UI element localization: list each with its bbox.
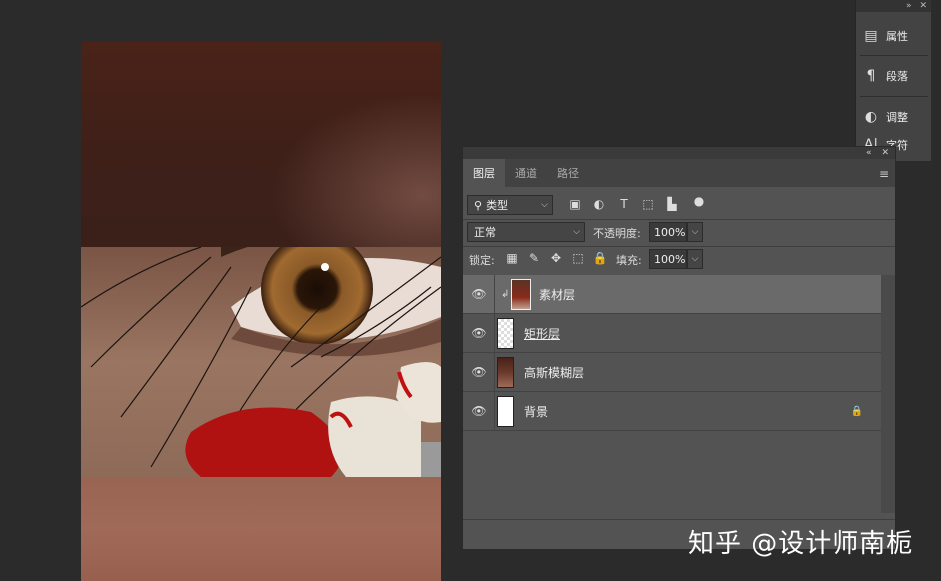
opacity-label: 不透明度: [593, 227, 641, 240]
layer-row-material[interactable]: 👁 ↲ 素材层 [463, 275, 881, 314]
layer-thumbnail [511, 279, 531, 310]
visibility-eye-icon[interactable]: 👁 [471, 326, 487, 340]
tab-layers[interactable]: 图层 [463, 159, 505, 187]
dock-titlebar: » ✕ [856, 0, 931, 12]
blend-mode-value: 正常 [474, 226, 496, 239]
tab-paths[interactable]: 路径 [547, 159, 589, 187]
dock-item-label: 段落 [886, 70, 908, 83]
chevron-down-icon: ⌵ [691, 227, 699, 237]
adjustments-icon: ◐ [864, 109, 878, 125]
adjustment-filter-icon[interactable]: ◐ [591, 197, 607, 211]
lock-image-pixels-icon[interactable]: ✎ [526, 251, 542, 265]
layer-row-background[interactable]: 👁 背景 🔒 [463, 392, 881, 431]
chevron-down-icon: ⌵ [541, 200, 548, 210]
smart-object-filter-icon[interactable]: ▙ [664, 197, 680, 211]
visibility-eye-icon[interactable]: 👁 [471, 365, 487, 379]
eye-photo-layer [81, 247, 441, 477]
chevron-down-icon: ⌵ [573, 227, 580, 237]
collapse-panel-icon[interactable]: « [866, 148, 872, 158]
dock-divider [860, 96, 928, 97]
lock-position-icon[interactable]: ✥ [548, 251, 564, 265]
layer-name[interactable]: 矩形层 [524, 325, 560, 342]
visibility-eye-icon[interactable]: 👁 [471, 287, 487, 301]
fill-dropdown-button[interactable]: ⌵ [687, 249, 703, 269]
dock-divider [860, 55, 928, 56]
fill-label: 填充: [616, 254, 642, 267]
layer-name[interactable]: 背景 [524, 403, 548, 420]
expand-panels-icon[interactable]: » [906, 1, 912, 11]
visibility-eye-icon[interactable]: 👁 [471, 404, 487, 418]
shape-layer-thumbnail-icon [497, 318, 514, 349]
filter-kind-value: 类型 [486, 199, 509, 212]
paragraph-icon: ¶ [866, 68, 876, 84]
layer-list-scrollbar[interactable] [881, 275, 895, 513]
shape-filter-icon[interactable]: ⬚ [640, 197, 656, 211]
layer-row-gaussian-blur[interactable]: 👁 高斯模糊层 [463, 353, 881, 392]
gaussian-blur-layer-top [81, 41, 441, 247]
divider [494, 392, 495, 430]
filter-kind-dropdown[interactable]: ⚲ 类型 ⌵ [467, 195, 553, 215]
tab-channels[interactable]: 通道 [505, 159, 547, 187]
layer-thumbnail [497, 396, 514, 427]
lock-label: 锁定: [469, 254, 495, 267]
fill-input[interactable]: 100% [649, 249, 687, 269]
blend-mode-dropdown[interactable]: 正常 ⌵ [467, 222, 585, 242]
lock-artboard-icon[interactable]: ⬚ [570, 251, 586, 265]
eye-photo-illustration [81, 247, 441, 477]
close-icon[interactable]: ✕ [881, 148, 889, 158]
chevron-down-icon: ⌵ [691, 254, 699, 264]
opacity-dropdown-button[interactable]: ⌵ [687, 222, 703, 242]
clipping-mask-arrow-icon: ↲ [501, 288, 510, 300]
panel-tabs: 图层 通道 路径 ≡ [463, 159, 895, 187]
lock-icon: 🔒 [850, 405, 863, 417]
divider [463, 246, 895, 247]
search-icon: ⚲ [474, 198, 483, 212]
layer-thumbnail [497, 357, 514, 388]
pixel-filter-icon[interactable]: ▣ [567, 197, 583, 211]
filter-toggle-icon[interactable]: ● [691, 194, 707, 208]
divider [494, 353, 495, 391]
lock-transparent-pixels-icon[interactable]: ▦ [504, 251, 520, 265]
properties-icon: ▤ [864, 28, 878, 44]
divider [463, 219, 895, 220]
layer-name[interactable]: 素材层 [539, 286, 575, 303]
dock-item-label: 属性 [886, 30, 908, 43]
panel-titlebar: « ✕ [463, 147, 895, 159]
collapsed-panel-dock: » ✕ ▤ 属性 ¶ 段落 ◐ 调整 A| 字符 [855, 0, 931, 161]
canvas-document[interactable] [81, 41, 441, 581]
dock-item-paragraph[interactable]: ¶ 段落 [856, 61, 932, 91]
panel-menu-icon[interactable]: ≡ [879, 167, 889, 181]
layer-list: 👁 ↲ 素材层 👁 矩形层 👁 高斯模糊层 👁 背景 🔒 [463, 275, 881, 525]
divider [494, 275, 495, 313]
opacity-input[interactable]: 100% [649, 222, 687, 242]
dock-item-label: 调整 [886, 111, 908, 124]
opacity-value: 100% [654, 225, 686, 239]
divider [494, 314, 495, 352]
type-filter-icon[interactable]: T [616, 197, 632, 211]
watermark-text: 知乎 @设计师南栀 [688, 529, 914, 559]
lock-all-icon[interactable]: 🔒 [592, 251, 608, 265]
layers-panel: « ✕ 图层 通道 路径 ≡ ⚲ 类型 ⌵ ▣ ◐ T ⬚ ▙ ● 正常 ⌵ 不… [462, 146, 896, 550]
layer-name[interactable]: 高斯模糊层 [524, 364, 584, 381]
dock-item-properties[interactable]: ▤ 属性 [856, 21, 932, 51]
dock-item-adjustments[interactable]: ◐ 调整 [856, 102, 932, 132]
close-icon[interactable]: ✕ [919, 1, 927, 11]
gaussian-blur-layer-bottom [81, 477, 441, 581]
layer-row-rectangle[interactable]: 👁 矩形层 [463, 314, 881, 353]
fill-value: 100% [654, 252, 686, 266]
